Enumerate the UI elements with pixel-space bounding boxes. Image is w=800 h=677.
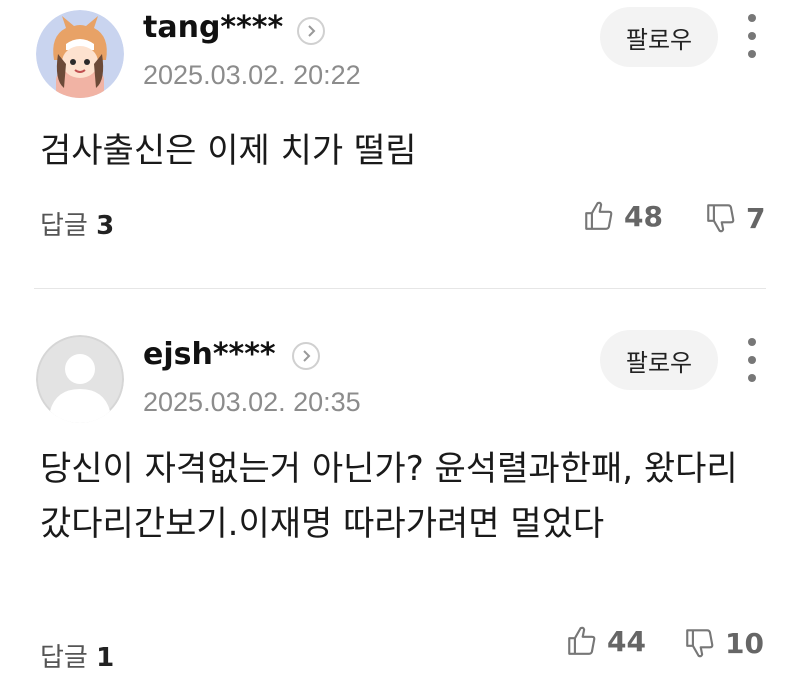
avatar[interactable] [36, 335, 124, 423]
thumbs-down-icon [707, 204, 735, 233]
like-button[interactable]: 44 [565, 624, 646, 658]
thumbs-up-icon [568, 626, 596, 655]
reply-button[interactable]: 답글 1 [40, 637, 114, 674]
dislike-count: 10 [725, 626, 764, 660]
profile-chevron-icon[interactable] [297, 17, 325, 45]
dislike-count: 7 [746, 201, 766, 235]
comment-item: tang**** 2025.03.02. 20:22 팔로우 검사출신은 이제 … [0, 0, 800, 288]
more-options-icon[interactable] [742, 14, 762, 58]
default-user-avatar-icon [36, 335, 124, 423]
more-options-icon[interactable] [742, 338, 762, 382]
reply-button[interactable]: 답글 3 [40, 205, 114, 242]
profile-chevron-icon[interactable] [292, 342, 320, 370]
reply-count: 3 [96, 211, 115, 241]
follow-button[interactable]: 팔로우 [600, 330, 718, 390]
dislike-button[interactable]: 7 [704, 201, 765, 235]
username[interactable]: tang**** [143, 10, 283, 45]
comment-timestamp: 2025.03.02. 20:35 [143, 387, 361, 417]
dislike-button[interactable]: 10 [683, 626, 764, 660]
comment-item: ejsh**** 2025.03.02. 20:35 팔로우 당신이 자격없는거… [0, 289, 800, 677]
like-button[interactable]: 48 [582, 199, 663, 233]
comment-text: 검사출신은 이제 치가 떨림 [40, 131, 417, 171]
like-count: 48 [624, 199, 663, 233]
reply-label: 답글 [40, 643, 88, 673]
reply-count: 1 [96, 643, 115, 673]
like-count: 44 [607, 624, 646, 658]
follow-button[interactable]: 팔로우 [600, 7, 718, 67]
comment-text: 당신이 자격없는거 아닌가? 윤석렬과한패, 왔다리갔다리간보기.이재명 따라가… [40, 449, 738, 544]
cartoon-avatar-icon [36, 10, 124, 98]
thumbs-up-icon [585, 201, 613, 230]
avatar[interactable] [36, 10, 124, 98]
reply-label: 답글 [40, 211, 88, 241]
thumbs-down-icon [686, 629, 714, 658]
username[interactable]: ejsh**** [143, 337, 276, 372]
comment-timestamp: 2025.03.02. 20:22 [143, 60, 361, 90]
